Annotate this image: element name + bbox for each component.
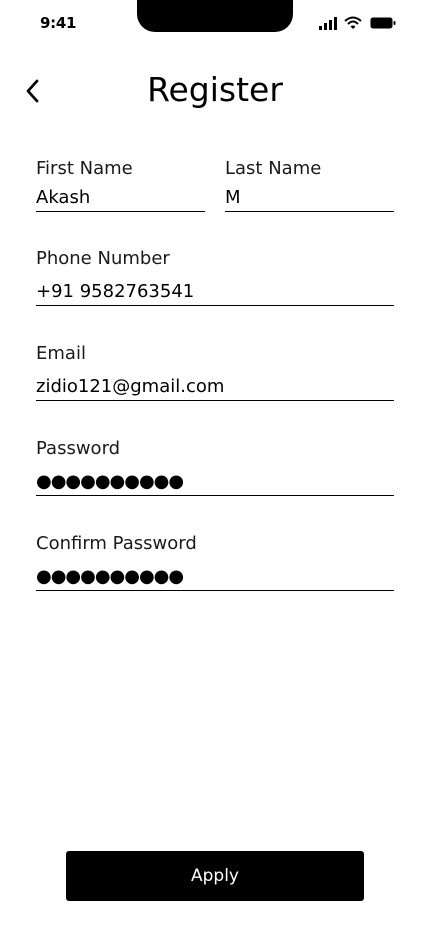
email-field: Email [36, 343, 394, 401]
status-time: 9:41 [40, 14, 77, 32]
confirm-password-label: Confirm Password [36, 533, 197, 554]
page-title: Register [147, 70, 283, 109]
first-name-input[interactable] [36, 185, 205, 212]
last-name-field: Last Name [225, 158, 394, 212]
email-input[interactable] [36, 374, 394, 401]
apply-button[interactable]: Apply [66, 851, 364, 901]
password-field: Password ●●●●●●●●●● [36, 438, 394, 496]
last-name-label: Last Name [225, 158, 322, 179]
phone-input[interactable] [36, 279, 394, 306]
confirm-password-input[interactable]: ●●●●●●●●●● [36, 564, 394, 591]
device-notch [137, 0, 293, 32]
first-name-field: First Name [36, 158, 205, 212]
cellular-signal-icon [319, 17, 337, 30]
last-name-input[interactable] [225, 185, 394, 212]
confirm-password-field: Confirm Password ●●●●●●●●●● [36, 533, 394, 591]
phone-field: Phone Number [36, 248, 394, 306]
wifi-icon [344, 16, 362, 29]
email-label: Email [36, 343, 86, 364]
password-input[interactable]: ●●●●●●●●●● [36, 469, 394, 496]
password-label: Password [36, 438, 121, 459]
battery-icon [370, 17, 396, 29]
phone-label: Phone Number [36, 248, 170, 269]
first-name-label: First Name [36, 158, 133, 179]
